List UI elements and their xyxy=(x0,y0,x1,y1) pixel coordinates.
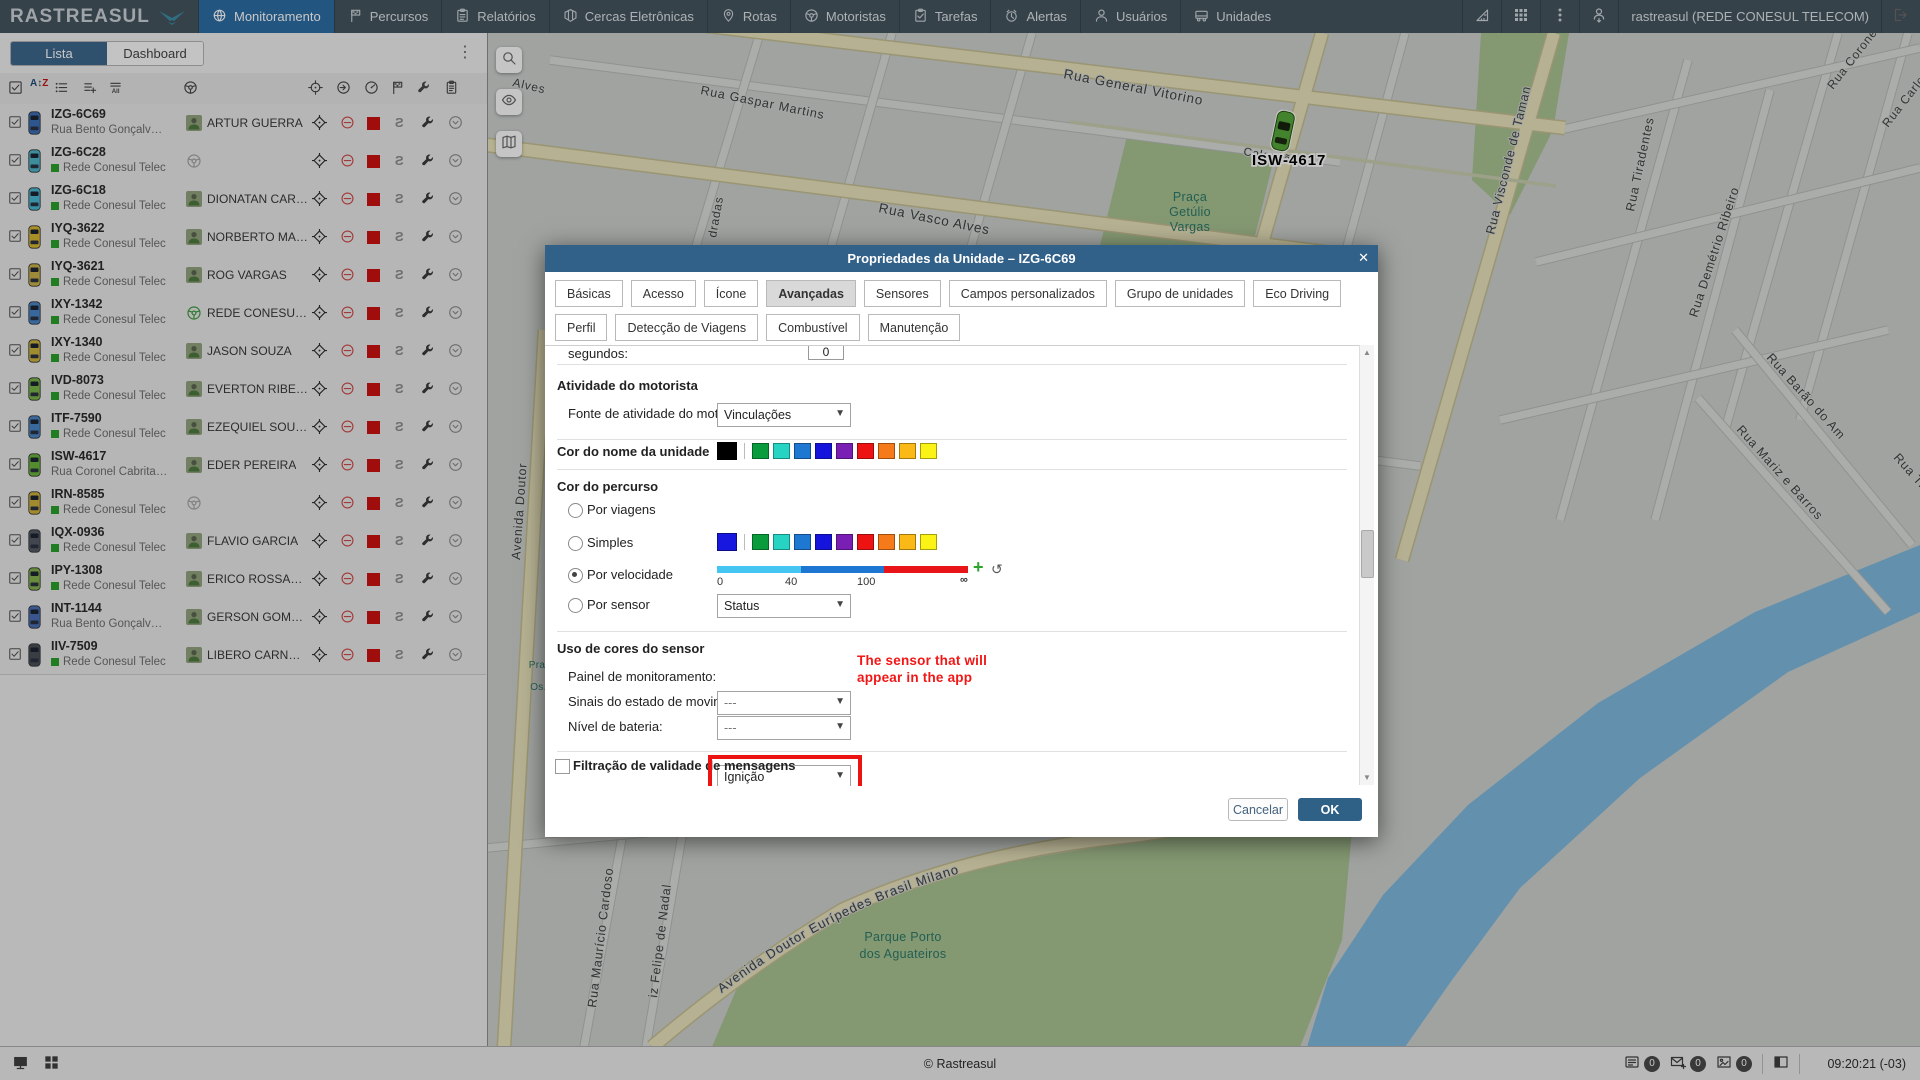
color-swatch[interactable] xyxy=(920,443,937,459)
chevron-down-icon: ▼ xyxy=(835,408,845,419)
dialog-content: 0 segundos: Atividade do motorista Fonte… xyxy=(545,345,1360,786)
color-swatch[interactable] xyxy=(815,443,832,459)
dialog-tab-perfil[interactable]: Perfil xyxy=(555,314,607,341)
scrollbar-thumb[interactable] xyxy=(1361,530,1374,578)
scroll-up-icon[interactable]: ▲ xyxy=(1360,348,1374,357)
color-swatch[interactable] xyxy=(794,534,811,550)
radio-por-viagens-label: Por viagens xyxy=(587,502,656,517)
reset-speed-icon[interactable]: ↺ xyxy=(991,561,1003,578)
color-swatch[interactable] xyxy=(752,443,769,459)
color-swatch[interactable] xyxy=(794,443,811,459)
chevron-down-icon: ▼ xyxy=(835,696,845,707)
speed-tick-inf: ∞ xyxy=(960,574,968,586)
color-swatch[interactable] xyxy=(836,534,853,550)
color-swatch[interactable] xyxy=(899,443,916,459)
speed-color-scale[interactable] xyxy=(717,566,968,573)
color-swatch[interactable] xyxy=(857,443,874,459)
speed-segment xyxy=(717,566,801,573)
dialog-tab-grupo-de-unidades[interactable]: Grupo de unidades xyxy=(1115,280,1245,307)
ok-button[interactable]: OK xyxy=(1298,798,1362,821)
chevron-down-icon: ▼ xyxy=(835,770,845,781)
color-swatch[interactable] xyxy=(773,443,790,459)
color-swatch[interactable] xyxy=(815,534,832,550)
cancel-button[interactable]: Cancelar xyxy=(1228,798,1288,821)
driver-activity-title: Atividade do motorista xyxy=(557,378,698,393)
speed-segment xyxy=(884,566,968,573)
speed-tick-100: 100 xyxy=(857,576,875,588)
unit-properties-dialog: Propriedades da Unidade – IZG-6C69 ✕ Bás… xyxy=(545,245,1378,837)
dialog-tab-avanc-adas[interactable]: Avançadas xyxy=(766,280,856,307)
chevron-down-icon: ▼ xyxy=(835,599,845,610)
scroll-down-icon[interactable]: ▼ xyxy=(1360,773,1374,782)
filter-validity-checkbox[interactable] xyxy=(555,759,570,774)
track-color-title: Cor do percurso xyxy=(557,479,658,494)
color-swatch[interactable] xyxy=(836,443,853,459)
color-swatch[interactable] xyxy=(857,534,874,550)
sensor-colors-title: Uso de cores do sensor xyxy=(557,641,704,656)
color-swatch[interactable] xyxy=(773,534,790,550)
screenshot-annotation: The sensor that will appear in the app xyxy=(857,652,987,686)
sinais-movimento-select[interactable]: ---▼ xyxy=(717,691,851,715)
painel-label: Painel de monitoramento: xyxy=(568,669,716,684)
seconds-label: segundos: xyxy=(568,346,628,361)
unit-name-color-title: Cor do nome da unidade xyxy=(557,444,709,459)
selected-color-swatch xyxy=(717,533,737,551)
color-swatch[interactable] xyxy=(752,534,769,550)
selected-color-swatch xyxy=(717,442,737,460)
driver-activity-source-select[interactable]: Vinculações▼ xyxy=(717,403,851,427)
radio-por-viagens[interactable] xyxy=(568,503,583,518)
application-window: Avenida Doutor Eurípedes Brasil MilanoRu… xyxy=(0,0,1920,1080)
bateria-label: Nível de bateria: xyxy=(568,719,663,734)
radio-por-velocidade[interactable] xyxy=(568,568,583,583)
dialog-tab-i-cone[interactable]: Ícone xyxy=(704,280,759,307)
filter-validity-label: Filtração de validade de mensagens xyxy=(573,758,796,773)
dialog-tab-campos-personalizados[interactable]: Campos personalizados xyxy=(949,280,1107,307)
radio-por-velocidade-label: Por velocidade xyxy=(587,567,673,582)
dialog-tab-manutenc-a-o[interactable]: Manutenção xyxy=(868,314,961,341)
dialog-tab-detecc-a-o-de-viagens[interactable]: Detecção de Viagens xyxy=(615,314,758,341)
speed-tick-0: 0 xyxy=(717,576,723,588)
color-swatch[interactable] xyxy=(878,443,895,459)
color-swatch[interactable] xyxy=(899,534,916,550)
sensor-track-select[interactable]: Status▼ xyxy=(717,594,851,618)
dialog-tab-sensores[interactable]: Sensores xyxy=(864,280,941,307)
speed-segment xyxy=(801,566,885,573)
close-icon[interactable]: ✕ xyxy=(1358,250,1369,266)
radio-simples-label: Simples xyxy=(587,535,633,550)
color-swatch[interactable] xyxy=(878,534,895,550)
seconds-input[interactable]: 0 xyxy=(808,345,844,360)
dialog-tab-acesso[interactable]: Acesso xyxy=(631,280,696,307)
speed-tick-40: 40 xyxy=(785,576,797,588)
dialog-tab-eco-driving[interactable]: Eco Driving xyxy=(1253,280,1341,307)
color-swatch[interactable] xyxy=(920,534,937,550)
dialog-tab-ba-sicas[interactable]: Básicas xyxy=(555,280,623,307)
radio-por-sensor-label: Por sensor xyxy=(587,597,650,612)
dialog-tab-combusti-vel[interactable]: Combustível xyxy=(766,314,859,341)
radio-por-sensor[interactable] xyxy=(568,598,583,613)
dialog-scrollbar[interactable]: ▲ ▼ xyxy=(1359,345,1374,785)
dialog-title: Propriedades da Unidade – IZG-6C69 xyxy=(545,245,1378,272)
radio-simples[interactable] xyxy=(568,536,583,551)
nivel-bateria-select[interactable]: ---▼ xyxy=(717,716,851,740)
chevron-down-icon: ▼ xyxy=(835,721,845,732)
add-speed-interval-icon[interactable]: + xyxy=(973,557,984,578)
